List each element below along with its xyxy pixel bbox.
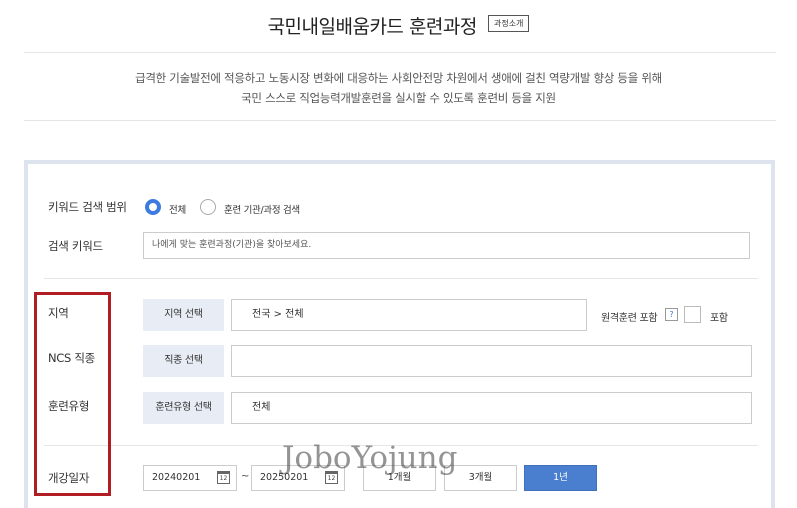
scope-institution-course-label[interactable]: 훈련 기관/과정 검색 bbox=[224, 202, 300, 216]
training-type-value-field[interactable]: 전체 bbox=[231, 392, 752, 424]
scope-all-label[interactable]: 전체 bbox=[169, 202, 186, 216]
start-date-value: 20240201 bbox=[152, 472, 201, 483]
highlight-box bbox=[34, 292, 111, 496]
description-line-2: 국민 스스로 직업능력개발훈련을 실시할 수 있도록 훈련비 등을 지원 bbox=[241, 91, 556, 105]
period-1-year-button[interactable]: 1년 bbox=[524, 465, 597, 491]
remote-training-label: 원격훈련 포함 bbox=[601, 313, 658, 324]
keyword-label: 검색 키워드 bbox=[48, 239, 103, 253]
remote-include-label[interactable]: 포함 bbox=[710, 309, 728, 324]
watermark: JoboYojung bbox=[282, 440, 458, 476]
course-intro-button[interactable]: 과정소개 bbox=[487, 15, 530, 32]
scope-all-radio[interactable] bbox=[145, 199, 161, 215]
ncs-value-field[interactable] bbox=[231, 345, 752, 377]
date-range-separator: ~ bbox=[241, 471, 250, 482]
training-type-select-button[interactable]: 훈련유형 선택 bbox=[143, 392, 224, 424]
header-divider bbox=[24, 52, 776, 53]
help-icon[interactable]: ? bbox=[665, 308, 678, 321]
program-description: 급격한 기술발전에 적응하고 노동시장 변화에 대응하는 사회안전망 차원에서 … bbox=[0, 68, 797, 108]
keyword-search-input[interactable]: 나에게 맞는 훈련과정(기관)을 찾아보세요. bbox=[143, 232, 750, 259]
region-value-field[interactable]: 전국 > 전체 bbox=[231, 299, 587, 331]
calendar-icon[interactable]: 12 bbox=[217, 471, 230, 484]
region-select-button[interactable]: 지역 선택 bbox=[143, 299, 224, 331]
page-title: 국민내일배움카드 훈련과정 bbox=[267, 16, 478, 38]
keyword-scope-label: 키워드 검색 범위 bbox=[48, 200, 127, 214]
ncs-select-button[interactable]: 직종 선택 bbox=[143, 345, 224, 377]
description-divider bbox=[24, 120, 776, 121]
scope-institution-course-radio[interactable] bbox=[200, 199, 216, 215]
page-header: 국민내일배움카드 훈련과정 과정소개 bbox=[0, 12, 797, 39]
remote-include-checkbox[interactable] bbox=[684, 306, 701, 323]
section-divider bbox=[44, 278, 758, 279]
description-line-1: 급격한 기술발전에 적응하고 노동시장 변화에 대응하는 사회안전망 차원에서 … bbox=[135, 71, 662, 85]
start-date-input[interactable]: 20240201 12 bbox=[143, 465, 237, 491]
